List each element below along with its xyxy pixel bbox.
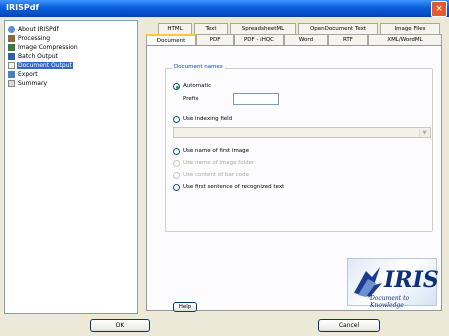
logo-tagline: Document to Knowledge [370, 295, 410, 309]
tab-pdf-ihqc[interactable]: PDF - iHQC [234, 34, 284, 45]
tree-item-label: Batch Output [18, 53, 58, 60]
tree-item-label: Image Compression [18, 44, 78, 51]
tree-item-processing[interactable]: Processing [8, 35, 128, 44]
tab-rtf[interactable]: RTF [328, 34, 368, 45]
batch-icon [8, 53, 15, 60]
settings-tree: About IRISPdf Processing Image Compressi… [4, 20, 138, 314]
first-sentence-label: Use first sentence of recognized text [183, 184, 285, 190]
automatic-radio[interactable] [173, 83, 180, 90]
info-icon [8, 26, 15, 33]
first-image-label: Use name of first image [183, 148, 250, 154]
indexing-field-label: Use indexing field [183, 116, 233, 122]
iris-logo: IRIS Document to Knowledge [347, 258, 439, 309]
title-bar[interactable]: IRISPdf × [0, 0, 449, 17]
tree-item-export[interactable]: Export [8, 71, 128, 80]
automatic-label: Automatic [183, 83, 212, 89]
tree-item-summary[interactable]: Summary [8, 80, 128, 89]
tree-item-label: Processing [18, 35, 51, 42]
group-legend: Document names [172, 64, 225, 70]
prefix-label: Prefix [183, 96, 199, 102]
chevron-down-icon[interactable]: ▼ [419, 129, 429, 137]
tree-item-image-compression[interactable]: Image Compression [8, 44, 128, 53]
tree-item-about[interactable]: About IRISPdf [8, 26, 128, 35]
tree-item-label: Document Output [17, 62, 73, 69]
image-folder-label: Use name of image folder [183, 160, 255, 166]
processing-icon [8, 35, 15, 42]
tree-item-label: Summary [18, 80, 47, 87]
first-sentence-radio[interactable] [173, 184, 180, 191]
export-icon [8, 71, 15, 78]
ok-button[interactable]: OK [90, 319, 150, 332]
close-button[interactable]: × [431, 1, 447, 17]
tab-word[interactable]: Word [284, 34, 328, 45]
tree-item-batch-output[interactable]: Batch Output [8, 53, 128, 62]
document-names-panel: Document names Automatic Prefix Use inde… [146, 45, 442, 312]
barcode-label: Use content of bar code [183, 172, 250, 178]
window-title: IRISPdf [6, 3, 39, 12]
tab-xml-wordml[interactable]: XML/WordML [368, 34, 442, 45]
tab-pdf[interactable]: PDF [196, 34, 234, 45]
summary-icon [8, 80, 15, 87]
tab-image-files[interactable]: Image Files [380, 23, 440, 34]
tab-text[interactable]: Text [194, 23, 228, 34]
tree-item-document-output[interactable]: Document Output [8, 62, 128, 71]
tab-spreadsheetml[interactable]: SpreadsheetML [230, 23, 296, 34]
compression-icon [8, 44, 15, 51]
prefix-input[interactable] [233, 93, 279, 105]
indexing-field-radio[interactable] [173, 116, 180, 123]
tree-item-label: About IRISPdf [18, 26, 59, 33]
logo-brand: IRIS [384, 267, 439, 293]
document-icon [8, 62, 15, 69]
indexing-field-select[interactable]: ▼ [173, 127, 431, 138]
tab-html[interactable]: HTML [158, 23, 192, 34]
document-names-group: Document names Automatic Prefix Use inde… [165, 64, 433, 232]
image-folder-radio[interactable] [173, 160, 180, 167]
tab-document-names[interactable]: Document Names [146, 34, 196, 55]
first-image-radio[interactable] [173, 148, 180, 155]
help-button[interactable]: Help [173, 302, 197, 312]
cancel-button[interactable]: Cancel [318, 319, 380, 332]
tab-opendocument-text[interactable]: OpenDocument Text [298, 23, 378, 34]
irispdf-window: IRISPdf × About IRISPdf Processing Image… [0, 0, 449, 336]
barcode-radio[interactable] [173, 172, 180, 179]
tree-item-label: Export [18, 71, 38, 78]
